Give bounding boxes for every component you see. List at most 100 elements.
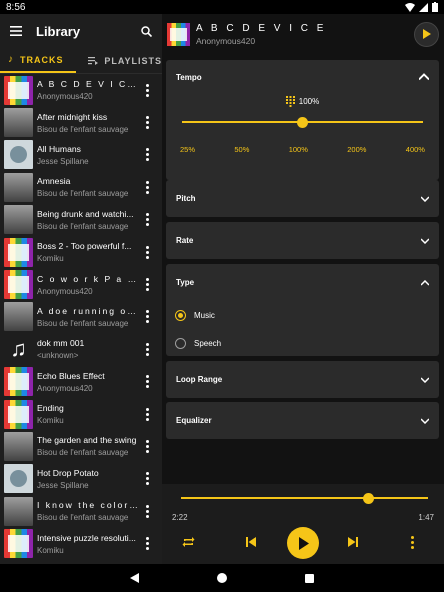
type-option-speech[interactable]: Speech (166, 329, 439, 357)
track-title: C o w o r k P a r t ... (37, 273, 138, 284)
tempo-slider-thumb[interactable] (297, 116, 308, 128)
status-time: 8:56 (6, 1, 26, 13)
more-vert-icon (145, 504, 149, 518)
loop-range-header[interactable]: Loop Range (166, 361, 439, 398)
home-icon[interactable] (217, 573, 227, 583)
track-row[interactable]: Boss 2 - Too powerful f... Komiku (0, 236, 162, 268)
equalizer-card[interactable]: Equalizer (166, 402, 439, 439)
track-artwork (4, 399, 33, 429)
track-artist: Anonymous420 (37, 286, 93, 296)
play-button[interactable] (287, 527, 319, 559)
pitch-header[interactable]: Pitch (166, 180, 439, 217)
track-row[interactable]: Ending Komiku (0, 398, 162, 430)
skip-previous-icon (246, 537, 256, 547)
more-options-button[interactable] (411, 536, 414, 549)
track-title: A B C D E V I C E (37, 79, 138, 90)
track-more-button[interactable] (138, 148, 156, 162)
track-title: The garden and the swing (37, 435, 137, 446)
track-row[interactable]: ♫ dok mm 001 <unknown> (0, 333, 162, 365)
track-artist: Jesse Spillane (37, 480, 89, 490)
player-controls: 2:22 1:47 (162, 484, 444, 564)
track-row[interactable]: Intensive puzzle resoluti... Komiku (0, 527, 162, 559)
tempo-card: Tempo 100% 25% 50% 100% 200% 400% (166, 60, 439, 180)
tempo-preset[interactable]: 25% (180, 145, 195, 154)
track-artwork (4, 302, 33, 332)
track-row[interactable]: All Humans Jesse Spillane (0, 139, 162, 171)
more-vert-icon (145, 116, 149, 130)
tempo-slider[interactable] (182, 116, 423, 128)
more-vert-icon (145, 407, 149, 421)
track-row[interactable]: I know the color of your ... Bisou de l'e… (0, 495, 162, 527)
track-title: Being drunk and watchi... (37, 208, 134, 219)
tempo-preset[interactable]: 200% (347, 145, 366, 154)
pitch-card[interactable]: Pitch (166, 180, 439, 217)
battery-icon (432, 2, 438, 12)
equalizer-header[interactable]: Equalizer (166, 402, 439, 439)
back-icon[interactable] (130, 573, 139, 583)
track-row[interactable]: A B C D E V I C E Anonymous420 (0, 74, 162, 106)
track-row[interactable]: Echo Blues Effect Anonymous420 (0, 366, 162, 398)
rate-card[interactable]: Rate (166, 222, 439, 259)
more-vert-icon (145, 245, 149, 259)
track-row[interactable]: The garden and the swing Bisou de l'enfan… (0, 430, 162, 462)
track-list: A B C D E V I C E Anonymous420 After midni… (0, 74, 162, 560)
track-more-button[interactable] (138, 278, 156, 292)
chevron-up-icon (421, 279, 429, 286)
track-row[interactable]: Being drunk and watchi... Bisou de l'enfa… (0, 204, 162, 236)
track-duration: 1:47 (418, 513, 434, 522)
radio-button[interactable] (175, 337, 186, 349)
type-option-music[interactable]: Music (166, 301, 439, 329)
now-playing-header[interactable]: A B C D E V I C E Anonymous420 (162, 14, 444, 54)
tempo-preset[interactable]: 400% (406, 145, 425, 154)
track-row[interactable]: Hot Drop Potato Jesse Spillane (0, 463, 162, 495)
track-row[interactable]: Amnesia Bisou de l'enfant sauvage (0, 171, 162, 203)
library-app-bar: Library (0, 14, 162, 48)
recents-icon[interactable] (305, 573, 314, 583)
tempo-preset[interactable]: 50% (234, 145, 249, 154)
tempo-header[interactable]: Tempo (166, 60, 439, 94)
track-title: Amnesia (37, 176, 71, 187)
track-more-button[interactable] (138, 180, 156, 194)
more-vert-icon (145, 278, 149, 292)
tempo-label: Tempo (176, 72, 202, 82)
repeat-button[interactable] (182, 536, 195, 548)
loop-range-card[interactable]: Loop Range (166, 361, 439, 398)
previous-button[interactable] (246, 537, 256, 547)
track-row[interactable]: A doe running on the be... Bisou de l'enf… (0, 301, 162, 333)
track-more-button[interactable] (138, 342, 156, 356)
track-more-button[interactable] (138, 407, 156, 421)
next-button[interactable] (348, 537, 358, 547)
seek-bar-thumb[interactable] (363, 492, 375, 504)
tab-playlists[interactable]: PLAYLISTS (76, 56, 162, 66)
music-note-icon: ♪ (8, 54, 14, 65)
dialpad-icon (285, 96, 295, 107)
playlist-icon (88, 56, 99, 65)
library-panel: Library ♪ TRACKS PLAYLISTS A B C D E V I… (0, 14, 162, 564)
seek-bar[interactable] (181, 492, 428, 504)
cellular-icon (419, 2, 428, 12)
track-more-button[interactable] (138, 537, 156, 551)
radio-button-selected[interactable] (175, 309, 186, 321)
tempo-preset[interactable]: 100% (289, 145, 308, 154)
track-more-button[interactable] (138, 439, 156, 453)
track-more-button[interactable] (138, 245, 156, 259)
mini-play-button[interactable] (414, 21, 439, 47)
track-more-button[interactable] (138, 83, 156, 97)
track-row[interactable]: After midnight kiss Bisou de l'enfant sau… (0, 106, 162, 138)
rate-header[interactable]: Rate (166, 222, 439, 259)
track-more-button[interactable] (138, 310, 156, 324)
track-more-button[interactable] (138, 472, 156, 486)
search-icon[interactable] (141, 25, 152, 37)
track-more-button[interactable] (138, 375, 156, 389)
track-row[interactable]: C o w o r k P a r t ... Anonymous420 (0, 268, 162, 300)
tempo-value-row: 100% (166, 96, 439, 107)
type-header[interactable]: Type (166, 264, 439, 301)
more-vert-icon (145, 537, 149, 551)
track-more-button[interactable] (138, 116, 156, 130)
track-artist: Bisou de l'enfant sauvage (37, 124, 129, 134)
tab-tracks[interactable]: ♪ TRACKS (0, 48, 77, 73)
track-more-button[interactable] (138, 504, 156, 518)
loop-range-label: Loop Range (176, 375, 223, 384)
track-more-button[interactable] (138, 213, 156, 227)
menu-icon[interactable] (10, 26, 22, 36)
